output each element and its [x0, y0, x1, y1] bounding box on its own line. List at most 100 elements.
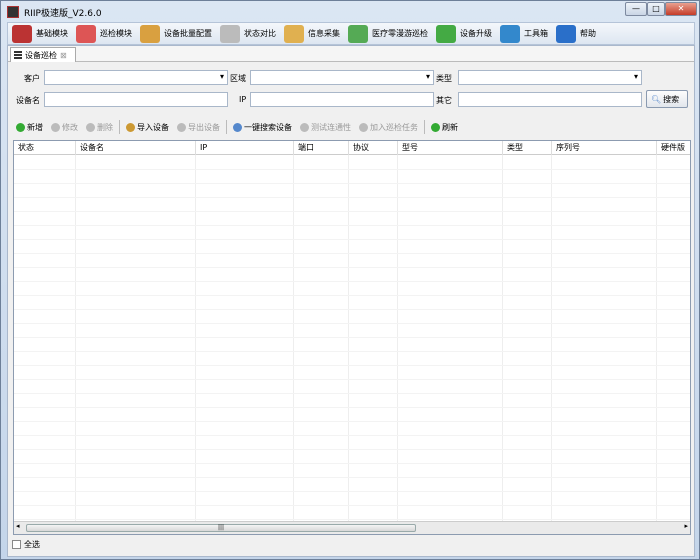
device-table: 状态 设备名 IP 端口 协议 型号 类型 序列号 硬件版 ◂ ||| ▸: [13, 140, 691, 535]
scroll-right-icon[interactable]: ▸: [684, 522, 688, 530]
column-header[interactable]: 序列号: [552, 141, 657, 155]
row-divider: [14, 295, 690, 296]
menu-item[interactable]: 医疗零漫游巡检: [344, 23, 432, 45]
column-divider: [398, 155, 503, 521]
search-button[interactable]: 🔍︎ 搜索: [646, 90, 688, 108]
customer-label: 客户: [24, 74, 40, 83]
menu-item-label: 巡检模块: [100, 29, 132, 38]
column-divider: [657, 155, 690, 521]
tab-bar: 设备巡检 ⊠: [8, 46, 694, 62]
toolbar-separator: [226, 120, 227, 134]
other-label: 其它: [436, 96, 452, 105]
ip-input[interactable]: [250, 92, 434, 107]
action-button[interactable]: 删除: [84, 122, 115, 133]
row-divider: [14, 365, 690, 366]
task-icon: [359, 122, 368, 132]
action-button[interactable]: 新增: [14, 122, 45, 133]
action-label: 一键搜索设备: [244, 122, 292, 132]
device-name-input[interactable]: [44, 92, 228, 107]
row-divider: [14, 169, 690, 170]
column-divider: [294, 155, 349, 521]
action-button[interactable]: 加入巡检任务: [357, 122, 420, 133]
edit-icon: [51, 122, 60, 132]
column-header[interactable]: 端口: [294, 141, 349, 155]
select-all-checkbox[interactable]: [12, 540, 21, 549]
action-button[interactable]: 修改: [49, 122, 80, 133]
table-icon: [220, 24, 240, 43]
action-toolbar: 新增 修改 删除 导入设备 导出设备 一键搜索设备 测试连通性 加入巡检任务 刷新: [14, 120, 460, 134]
action-label: 导出设备: [188, 122, 220, 132]
ip-label: IP: [239, 95, 247, 104]
menu-item[interactable]: 状态对比: [216, 23, 280, 45]
export-icon: [177, 122, 186, 132]
add-icon: [16, 122, 25, 132]
row-divider: [14, 519, 690, 520]
menu-item-label: 状态对比: [244, 29, 276, 38]
row-divider: [14, 281, 690, 282]
menu-item[interactable]: 设备升级: [432, 23, 496, 45]
column-divider: [14, 155, 76, 521]
refresh-icon: [431, 122, 440, 132]
menu-item-label: 医疗零漫游巡检: [372, 29, 428, 38]
list-icon: [14, 51, 22, 59]
action-button[interactable]: 刷新: [429, 122, 460, 133]
menu-item-label: 基础模块: [36, 29, 68, 38]
action-label: 修改: [62, 122, 78, 132]
type-label: 类型: [436, 74, 452, 83]
area-label: 区域: [230, 74, 246, 83]
device-name-label: 设备名: [16, 96, 40, 105]
menu-item[interactable]: 工具箱: [496, 23, 552, 45]
column-header[interactable]: 设备名: [76, 141, 196, 155]
action-button[interactable]: 测试连通性: [298, 122, 353, 133]
main-menu: 基础模块 巡检模块 设备批量配置 状态对比 信息采集 医疗零漫游巡检 设备升级 工具箱 帮助: [7, 22, 695, 45]
scroll-thumb[interactable]: |||: [26, 524, 416, 532]
action-button[interactable]: 导出设备: [175, 122, 222, 133]
maximize-button[interactable]: □: [647, 2, 665, 16]
scroll-left-icon[interactable]: ◂: [16, 522, 20, 530]
menu-item[interactable]: 基础模块: [8, 23, 72, 45]
menu-item[interactable]: 信息采集: [280, 23, 344, 45]
type-select[interactable]: [458, 70, 642, 85]
menu-item-label: 帮助: [580, 29, 596, 38]
menu-item[interactable]: 帮助: [552, 23, 600, 45]
delete-icon: [86, 122, 95, 132]
row-divider: [14, 337, 690, 338]
column-header[interactable]: 硬件版: [657, 141, 690, 155]
row-divider: [14, 225, 690, 226]
column-header[interactable]: 类型: [503, 141, 552, 155]
action-button[interactable]: 导入设备: [124, 122, 171, 133]
row-divider: [14, 449, 690, 450]
menu-item-label: 信息采集: [308, 29, 340, 38]
row-divider: [14, 267, 690, 268]
customer-select[interactable]: [44, 70, 228, 85]
select-all[interactable]: 全选: [12, 539, 40, 550]
minimize-button[interactable]: —: [625, 2, 647, 16]
action-button[interactable]: 一键搜索设备: [231, 122, 294, 133]
row-divider: [14, 407, 690, 408]
column-header[interactable]: 协议: [349, 141, 398, 155]
row-divider: [14, 393, 690, 394]
column-divider: [76, 155, 196, 521]
menu-item-label: 设备批量配置: [164, 29, 212, 38]
title-bar: RIIP极速版_V2.6.0: [7, 5, 102, 19]
toolbox-icon: [500, 24, 520, 43]
menu-item[interactable]: 巡检模块: [72, 23, 136, 45]
close-button[interactable]: ✕: [665, 2, 697, 16]
area-select[interactable]: [250, 70, 434, 85]
row-divider: [14, 323, 690, 324]
column-header[interactable]: 状态: [14, 141, 76, 155]
row-divider: [14, 505, 690, 506]
menu-item-label: 工具箱: [524, 29, 548, 38]
column-header[interactable]: IP: [196, 141, 294, 155]
row-divider: [14, 491, 690, 492]
tab-device-inspection[interactable]: 设备巡检 ⊠: [10, 47, 76, 62]
column-header[interactable]: 型号: [398, 141, 503, 155]
tab-close-icon[interactable]: ⊠: [60, 51, 67, 60]
row-divider: [14, 253, 690, 254]
action-label: 删除: [97, 122, 113, 132]
select-all-label: 全选: [24, 540, 40, 549]
help-icon: [556, 24, 576, 43]
menu-item[interactable]: 设备批量配置: [136, 23, 216, 45]
horizontal-scrollbar[interactable]: ◂ ||| ▸: [14, 521, 690, 534]
other-input[interactable]: [458, 92, 642, 107]
